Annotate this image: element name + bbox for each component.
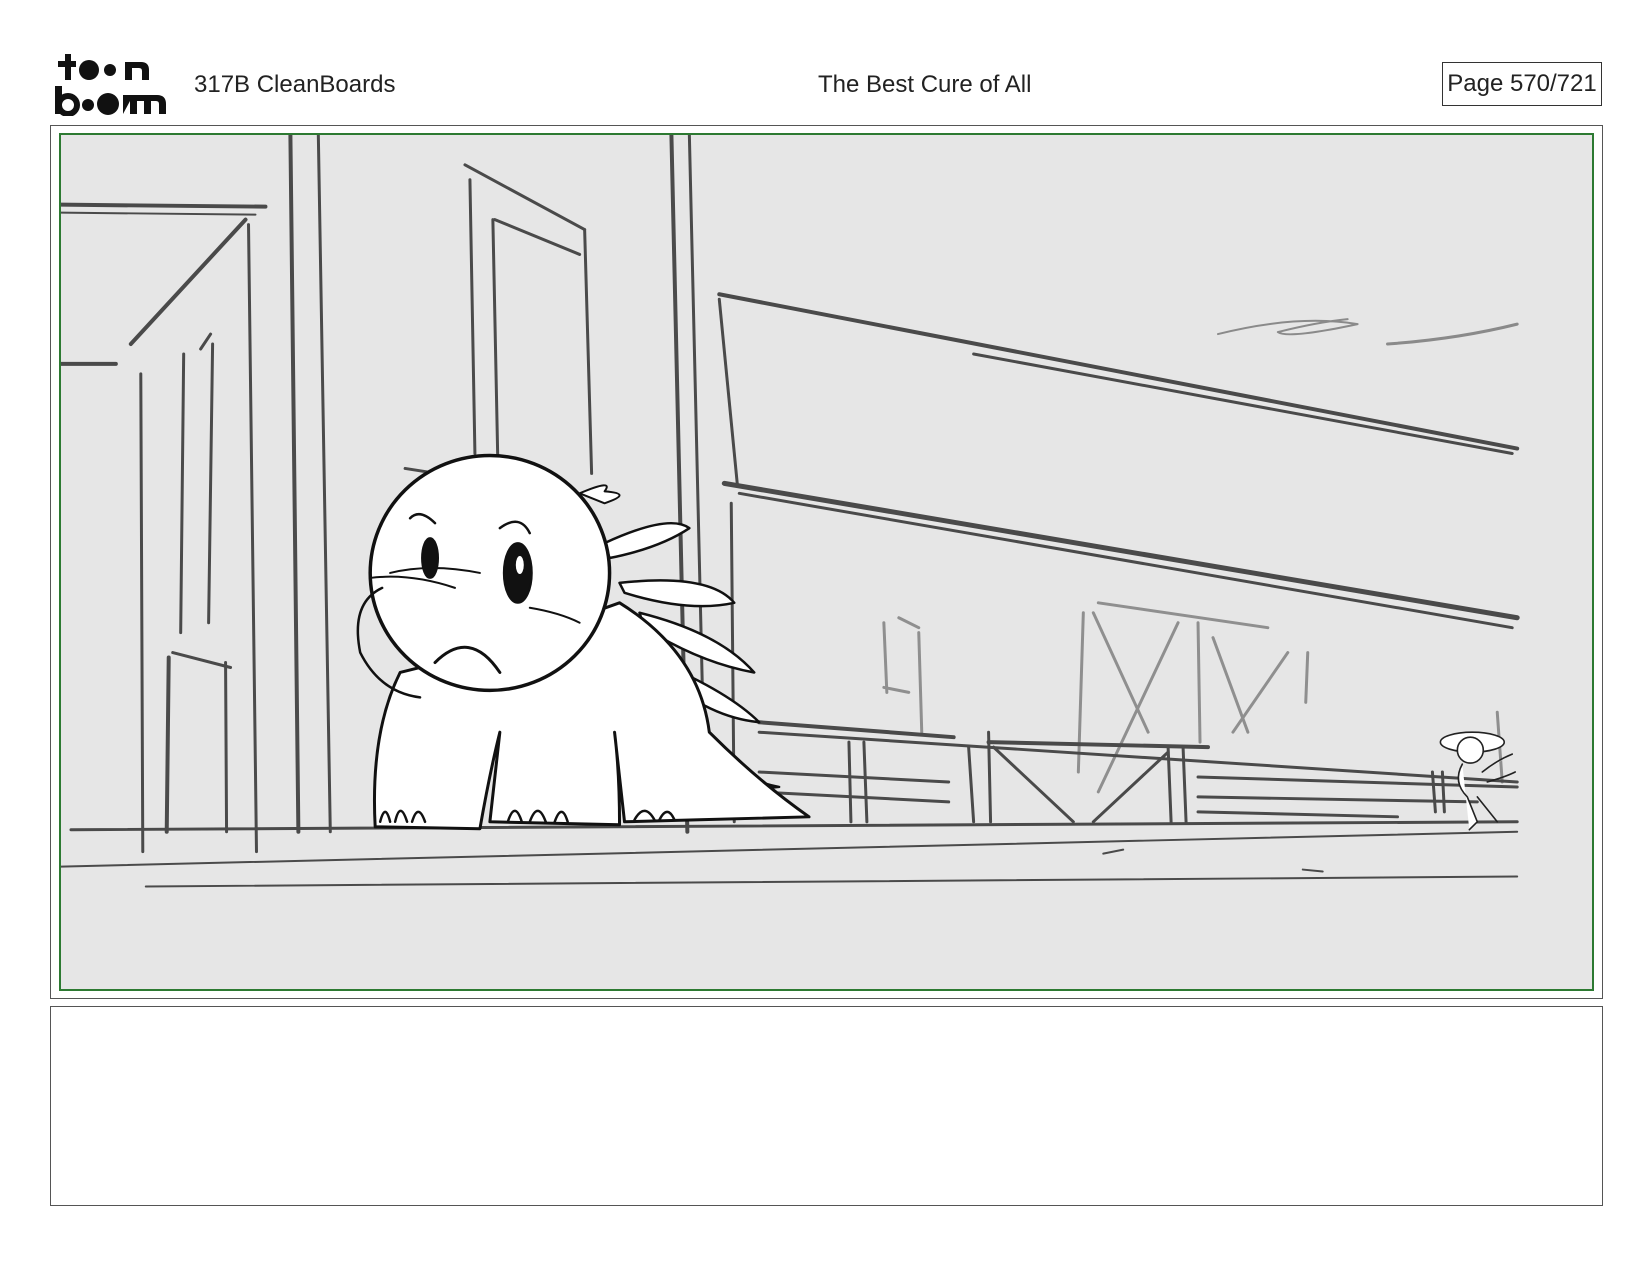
page-counter: Page 570/721 xyxy=(1442,62,1602,106)
episode-title: The Best Cure of All xyxy=(818,71,1032,98)
creature-sketch xyxy=(356,453,811,831)
storyboard-panel xyxy=(50,125,1603,999)
panel-notes-box xyxy=(50,1006,1603,1206)
sketch-illustration xyxy=(61,135,1520,888)
page-counter-label: Page 570/721 xyxy=(1447,70,1597,97)
scene-id: 317B CleanBoards xyxy=(194,71,396,98)
toon-boom-logo xyxy=(53,50,169,117)
panel-drawing xyxy=(59,133,1594,991)
